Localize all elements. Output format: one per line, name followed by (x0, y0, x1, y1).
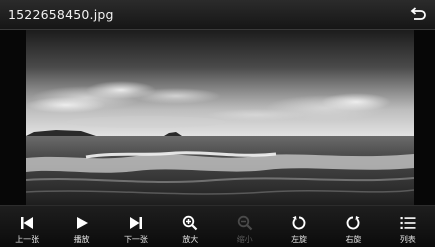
back-button[interactable] (407, 4, 429, 26)
photo (26, 30, 414, 205)
rotate-left-icon (292, 216, 306, 230)
zoom-in-label: 放大 (182, 235, 199, 244)
zoom-in-button[interactable]: 放大 (163, 206, 217, 247)
rotate-left-label: 左旋 (291, 235, 308, 244)
rotate-left-button[interactable]: 左旋 (272, 206, 326, 247)
rotate-right-label: 右旋 (345, 235, 362, 244)
back-arrow-icon (410, 7, 426, 20)
next-button[interactable]: 下一张 (109, 206, 163, 247)
zoom-out-icon (237, 215, 252, 231)
rotate-right-icon (347, 216, 360, 230)
bottom-toolbar: 上一张 播放 下一张 放大 缩小 左旋 右旋 列表 (0, 205, 435, 247)
zoom-out-button[interactable]: 缩小 (218, 206, 272, 247)
previous-label: 上一张 (15, 235, 40, 244)
image-viewport[interactable] (0, 30, 435, 205)
next-icon (129, 217, 142, 229)
next-label: 下一张 (123, 235, 148, 244)
play-icon (76, 217, 88, 229)
list-icon (400, 217, 416, 229)
list-button[interactable]: 列表 (381, 206, 435, 247)
image-viewer-app: 1522658450.jpg 上一张 播放 下一张 放大 缩小 左旋 右旋 列表 (0, 0, 435, 247)
previous-button[interactable]: 上一张 (0, 206, 54, 247)
zoom-in-icon (183, 215, 198, 231)
zoom-out-label: 缩小 (236, 235, 253, 244)
seascape-image (26, 30, 414, 205)
file-name-title: 1522658450.jpg (8, 7, 114, 22)
rotate-right-button[interactable]: 右旋 (326, 206, 380, 247)
title-bar: 1522658450.jpg (0, 0, 435, 30)
previous-icon (21, 217, 34, 229)
list-label: 列表 (399, 235, 416, 244)
play-button[interactable]: 播放 (54, 206, 108, 247)
play-label: 播放 (73, 235, 90, 244)
